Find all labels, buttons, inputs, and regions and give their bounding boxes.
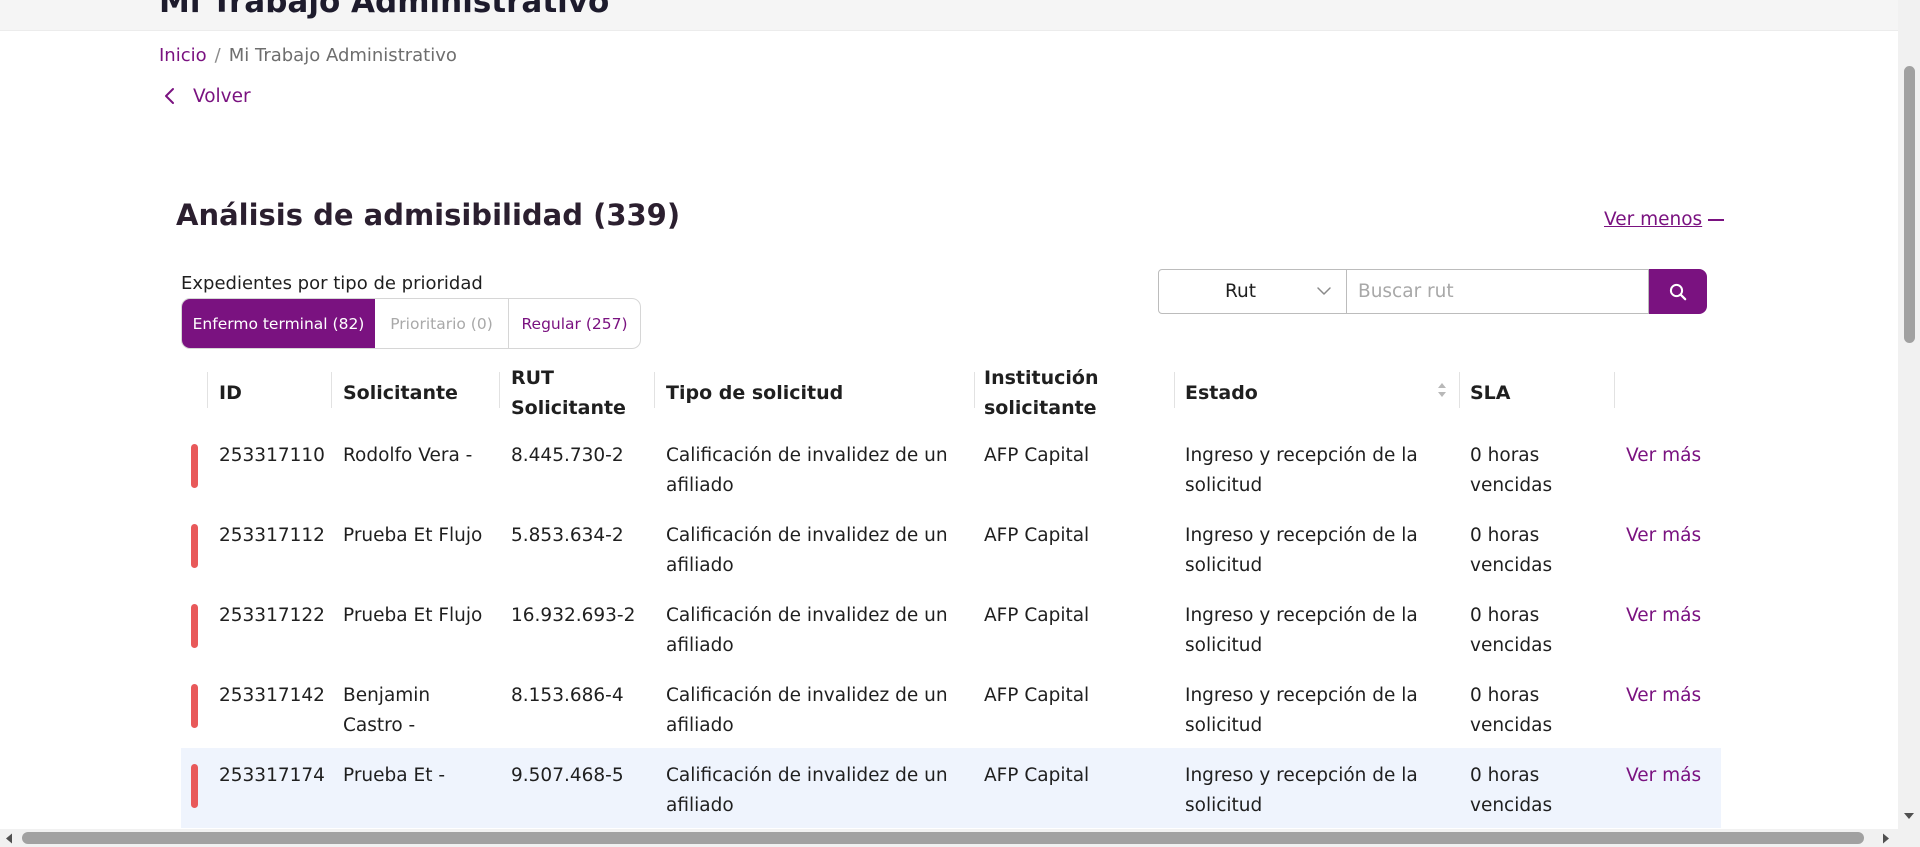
breadcrumb-separator: / — [214, 45, 221, 66]
table-header: ID Solicitante RUT Solicitante Tipo de so… — [181, 358, 1721, 428]
cell-institucion: AFP Capital — [984, 685, 1090, 706]
expedientes-table: ID Solicitante RUT Solicitante Tipo de so… — [181, 358, 1721, 828]
priority-indicator — [191, 684, 198, 728]
horizontal-scrollbar-thumb[interactable] — [22, 832, 1864, 844]
tab-regular[interactable]: Regular (257) — [509, 299, 640, 348]
search-input[interactable] — [1347, 269, 1649, 314]
column-divider — [654, 372, 655, 408]
table-row: 253317122 Prueba Et Flujo 16.932.693-2 C… — [181, 588, 1721, 668]
table-row: 253317142 Benjamin Castro - 8.153.686-4 … — [181, 668, 1721, 748]
cell-sla: 0 horas vencidas — [1470, 525, 1553, 576]
cell-sla: 0 horas vencidas — [1470, 685, 1553, 736]
table-row: 253317174 Prueba Et - 9.507.468-5 Califi… — [181, 748, 1721, 828]
priority-indicator — [191, 764, 198, 808]
priority-indicator — [191, 604, 198, 648]
column-divider — [207, 372, 208, 408]
cell-id: 253317142 — [219, 685, 325, 706]
breadcrumb-home-link[interactable]: Inicio — [159, 45, 207, 66]
cell-rut: 16.932.693-2 — [511, 605, 636, 626]
cell-estado: Ingreso y recepción de la solicitud — [1185, 765, 1418, 816]
search-field-value: Rut — [1225, 281, 1257, 302]
column-header-solicitante: Solicitante — [343, 382, 458, 404]
cell-rut: 9.507.468-5 — [511, 765, 624, 786]
breadcrumb: Inicio / Mi Trabajo Administrativo — [159, 45, 457, 66]
cell-estado: Ingreso y recepción de la solicitud — [1185, 445, 1418, 496]
ver-mas-link[interactable]: Ver más — [1626, 521, 1701, 551]
cell-tipo: Calificación de invalidez de un afiliado — [666, 765, 948, 816]
column-header-tipo: Tipo de solicitud — [666, 382, 844, 404]
cell-institucion: AFP Capital — [984, 765, 1090, 786]
cell-id: 253317112 — [219, 525, 325, 546]
cell-tipo: Calificación de invalidez de un afiliado — [666, 445, 948, 496]
tab-enfermo-terminal[interactable]: Enfermo terminal (82) — [182, 299, 375, 348]
column-header-estado[interactable]: Estado — [1185, 358, 1258, 428]
column-header-institucion: Institución solicitante — [984, 367, 1099, 419]
cell-id: 253317110 — [219, 445, 325, 466]
cell-estado: Ingreso y recepción de la solicitud — [1185, 525, 1418, 576]
scroll-down-arrow-icon[interactable] — [1903, 812, 1915, 820]
table-row: 253317110 Rodolfo Vera - 8.445.730-2 Cal… — [181, 428, 1721, 508]
breadcrumb-current: Mi Trabajo Administrativo — [228, 45, 457, 66]
cell-solicitante: Rodolfo Vera - — [343, 445, 473, 466]
column-divider — [1614, 372, 1615, 408]
minus-icon — [1708, 218, 1725, 221]
ver-mas-link[interactable]: Ver más — [1626, 761, 1701, 791]
search-field-select[interactable]: Rut — [1158, 269, 1347, 314]
cell-rut: 8.445.730-2 — [511, 445, 624, 466]
cell-institucion: AFP Capital — [984, 445, 1090, 466]
chevron-down-icon — [1317, 287, 1331, 295]
cell-id: 253317174 — [219, 765, 325, 786]
cell-rut: 5.853.634-2 — [511, 525, 624, 546]
cell-solicitante: Prueba Et Flujo — [343, 605, 483, 626]
cell-solicitante: Prueba Et - — [343, 765, 446, 786]
cell-sla: 0 horas vencidas — [1470, 445, 1553, 496]
chevron-left-icon — [165, 88, 174, 104]
cell-institucion: AFP Capital — [984, 525, 1090, 546]
cell-estado: Ingreso y recepción de la solicitud — [1185, 685, 1418, 736]
tab-prioritario: Prioritario (0) — [375, 299, 509, 348]
ver-menos-label: Ver menos — [1604, 209, 1703, 230]
priority-indicator — [191, 524, 198, 568]
column-header-sla: SLA — [1470, 382, 1511, 404]
search-button[interactable] — [1649, 269, 1707, 314]
cell-institucion: AFP Capital — [984, 605, 1090, 626]
ver-mas-link[interactable]: Ver más — [1626, 681, 1701, 711]
cell-sla: 0 horas vencidas — [1470, 765, 1553, 816]
page-header: Mi Trabajo Administrativo — [0, 0, 1898, 31]
cell-tipo: Calificación de invalidez de un afiliado — [666, 605, 948, 656]
priority-indicator — [191, 444, 198, 488]
column-divider — [974, 372, 975, 408]
cell-solicitante: Benjamin Castro - — [343, 685, 431, 736]
scroll-right-arrow-icon[interactable] — [1882, 833, 1890, 844]
search-icon — [1669, 283, 1687, 300]
cell-sla: 0 horas vencidas — [1470, 605, 1553, 656]
priority-filter-label: Expedientes por tipo de prioridad — [181, 273, 483, 294]
scroll-left-arrow-icon[interactable] — [5, 833, 13, 844]
section-title: Análisis de admisibilidad (339) — [176, 198, 681, 232]
search-bar: Rut — [1158, 269, 1707, 314]
ver-mas-link[interactable]: Ver más — [1626, 601, 1701, 631]
ver-menos-toggle[interactable]: Ver menos — [1604, 209, 1725, 230]
table-row: 253317112 Prueba Et Flujo 5.853.634-2 Ca… — [181, 508, 1721, 588]
priority-tabs: Enfermo terminal (82) Prioritario (0) Re… — [181, 298, 641, 349]
cell-rut: 8.153.686-4 — [511, 685, 624, 706]
back-link-label: Volver — [193, 85, 251, 107]
back-link[interactable]: Volver — [159, 85, 251, 107]
vertical-scrollbar-thumb[interactable] — [1904, 66, 1915, 343]
page-heading: Mi Trabajo Administrativo — [159, 0, 610, 20]
cell-solicitante: Prueba Et Flujo — [343, 525, 483, 546]
cell-estado: Ingreso y recepción de la solicitud — [1185, 605, 1418, 656]
column-divider — [499, 372, 500, 408]
cell-id: 253317122 — [219, 605, 325, 626]
column-header-id: ID — [219, 382, 242, 404]
cell-tipo: Calificación de invalidez de un afiliado — [666, 685, 948, 736]
cell-tipo: Calificación de invalidez de un afiliado — [666, 525, 948, 576]
column-divider — [331, 372, 332, 408]
column-divider — [1174, 372, 1175, 408]
sort-icon[interactable] — [1436, 380, 1448, 400]
column-header-rut: RUT Solicitante — [511, 367, 626, 419]
ver-mas-link[interactable]: Ver más — [1626, 441, 1701, 471]
column-divider — [1459, 372, 1460, 408]
